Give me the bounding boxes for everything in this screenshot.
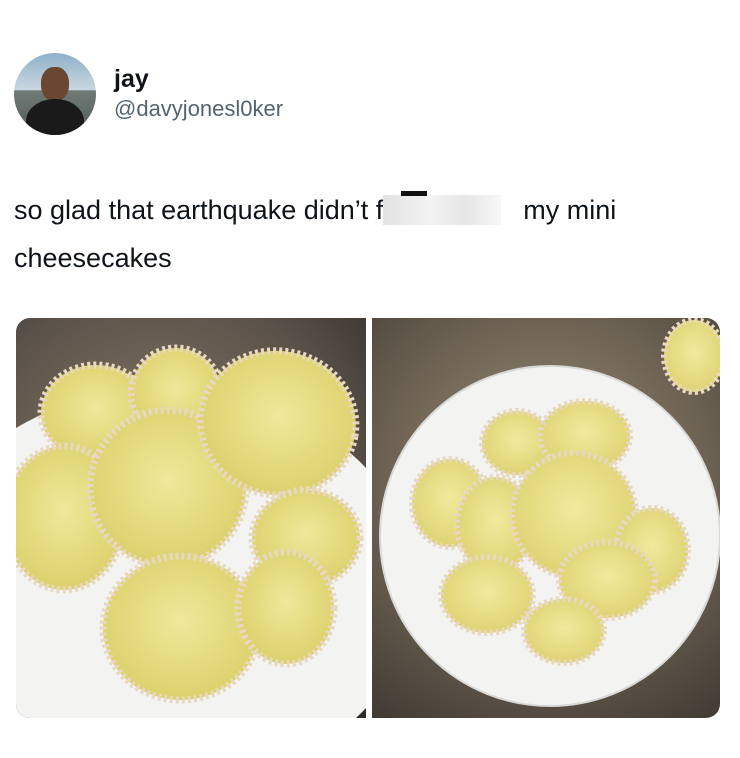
cheesecake-illustration-right bbox=[379, 318, 720, 707]
tweet-header: jay @davyjonesl0ker bbox=[14, 52, 283, 136]
censor-blur bbox=[383, 191, 502, 225]
avatar-face bbox=[41, 67, 69, 101]
author-names: jay @davyjonesl0ker bbox=[114, 64, 283, 124]
user-handle[interactable]: @davyjonesl0ker bbox=[114, 94, 283, 124]
tweet-text: so glad that earthquake didn’t f my mini … bbox=[14, 186, 714, 282]
avatar[interactable] bbox=[14, 53, 96, 135]
cheesecake-illustration-left bbox=[16, 344, 366, 718]
tweet-text-part-1: so glad that earthquake didn’t f bbox=[14, 195, 384, 225]
avatar-shirt bbox=[26, 99, 84, 135]
cheesecake-photo-left[interactable] bbox=[16, 318, 366, 718]
tweet-media bbox=[16, 318, 720, 718]
display-name[interactable]: jay bbox=[114, 64, 283, 94]
cheesecake-photo-right[interactable] bbox=[372, 318, 720, 718]
